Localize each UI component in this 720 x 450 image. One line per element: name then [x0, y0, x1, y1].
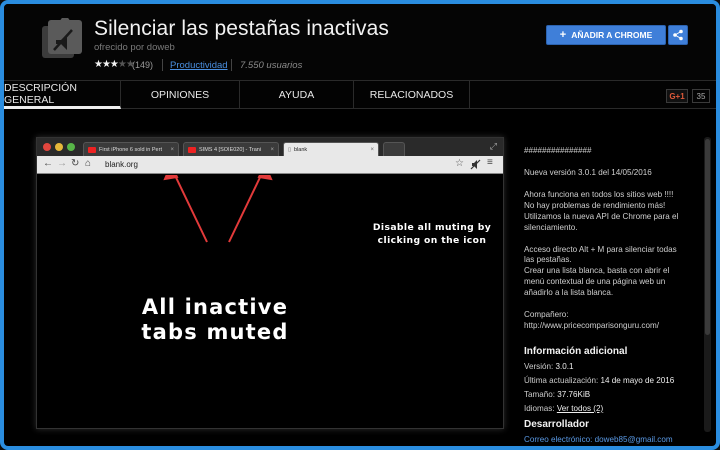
annotation-disable: Disable all muting by clicking on the ic… — [372, 222, 492, 247]
description-para: Acceso directo Alt + M para silenciar to… — [524, 244, 677, 298]
value: 3.0.1 — [555, 362, 574, 371]
label: Tamaño: — [524, 390, 556, 399]
label: Versión: — [524, 362, 554, 371]
divider — [162, 59, 163, 71]
page-icon: ▯ — [288, 146, 292, 153]
label: Idiomas: — [524, 404, 555, 413]
gplus-count: 35 — [692, 89, 710, 103]
description-para: Ahora funciona en todos los sitios web !… — [524, 189, 679, 232]
developer-email[interactable]: Correo electrónico: doweb85@gmail.com — [524, 435, 704, 444]
browser-toolbar: ← → ↻ ⌂ blank.org ☆ ≡ — [37, 156, 503, 174]
tab-reviews[interactable]: OPINIONES — [121, 81, 240, 109]
puzzle-mute-icon — [40, 17, 82, 60]
browser-content: Disable all muting by clicking on the ic… — [37, 175, 503, 425]
minimize-dot — [55, 143, 63, 151]
plus-icon: + — [559, 28, 567, 41]
share-button[interactable] — [668, 25, 688, 45]
scrollbar[interactable] — [704, 137, 711, 432]
tab-title: SIMS 4 [SOIE020] - Trani — [199, 146, 262, 153]
tab-overview[interactable]: DESCRIPCIÓN GENERAL — [4, 81, 121, 109]
info-version: Versión: 3.0.1 — [524, 362, 704, 371]
info-size: Tamaño: 37.76KiB — [524, 390, 704, 399]
info-heading: Información adicional — [524, 346, 628, 357]
rating-stars: ★★★★★ — [94, 59, 135, 70]
description-para: Compañero: http://www.pricecomparisongur… — [524, 310, 659, 331]
add-button-label: AÑADIR A CHROME — [571, 30, 653, 40]
maximize-dot — [67, 143, 75, 151]
home-icon: ⌂ — [85, 158, 92, 169]
youtube-icon — [88, 146, 96, 153]
annotation-muted: All inactive tabs muted — [141, 295, 289, 345]
star-icon: ☆ — [455, 158, 464, 169]
fullscreen-icon: ⤢ — [489, 141, 497, 151]
languages-link[interactable]: Ver todos (2) — [557, 404, 603, 413]
tab-related[interactable]: RELACIONADOS — [354, 81, 470, 109]
reload-icon: ↻ — [71, 158, 80, 169]
tab-title: First iPhone 6 sold in Pert — [99, 146, 162, 153]
info-updated: Última actualización: 14 de mayo de 2016 — [524, 376, 704, 385]
rating-count[interactable]: (149) — [132, 60, 153, 70]
category-link[interactable]: Productividad — [170, 60, 228, 71]
add-to-chrome-button[interactable]: + AÑADIR A CHROME — [546, 25, 666, 45]
description-para: Nueva versión 3.0.1 del 14/05/2016 — [524, 167, 652, 177]
browser-tabstrip: First iPhone 6 sold in Pert × SIMS 4 [SOI… — [37, 138, 503, 156]
detail-tabs: DESCRIPCIÓN GENERAL OPINIONES AYUDA RELA… — [4, 80, 716, 109]
user-count: 7.550 usuarios — [240, 60, 303, 71]
screenshot-preview[interactable]: First iPhone 6 sold in Pert × SIMS 4 [SOI… — [36, 137, 504, 429]
developer-section: Desarrollador Correo electrónico: doweb8… — [524, 419, 704, 446]
description-para: ############### — [524, 146, 592, 155]
tab-title: blank — [294, 146, 308, 153]
mute-extension-icon — [470, 159, 481, 170]
tab-support[interactable]: AYUDA — [240, 81, 354, 109]
scrollbar-thumb[interactable] — [705, 139, 710, 335]
browser-tab: First iPhone 6 sold in Pert × — [83, 142, 179, 156]
store-window: Silenciar las pestañas inactivas ofrecid… — [0, 0, 720, 450]
browser-tab: SIMS 4 [SOIE020] - Trani × — [183, 142, 279, 156]
info-languages: Idiomas: Ver todos (2) — [524, 404, 704, 413]
close-dot — [43, 143, 51, 151]
new-tab-button — [383, 142, 405, 156]
description-panel: ############### Nueva versión 3.0.1 del … — [524, 146, 704, 343]
browser-tab-active: ▯ blank × — [283, 142, 379, 156]
forward-icon: → — [57, 158, 67, 169]
url-text: blank.org — [105, 160, 138, 169]
menu-icon: ≡ — [487, 157, 493, 168]
label: Última actualización: — [524, 376, 599, 385]
gplus-button[interactable]: G+1 — [666, 89, 688, 103]
youtube-icon — [188, 146, 196, 153]
offered-by: ofrecido por doweb — [94, 42, 175, 53]
back-icon: ← — [43, 158, 53, 169]
divider — [231, 59, 232, 71]
additional-info: Información adicional Versión: 3.0.1 Últ… — [524, 346, 704, 418]
share-icon — [673, 29, 683, 41]
extension-title: Silenciar las pestañas inactivas — [94, 17, 390, 40]
extension-header: Silenciar las pestañas inactivas ofrecid… — [4, 4, 716, 80]
value: 37.76KiB — [557, 390, 591, 399]
value: 14 de mayo de 2016 — [600, 376, 675, 385]
developer-heading: Desarrollador — [524, 419, 590, 430]
